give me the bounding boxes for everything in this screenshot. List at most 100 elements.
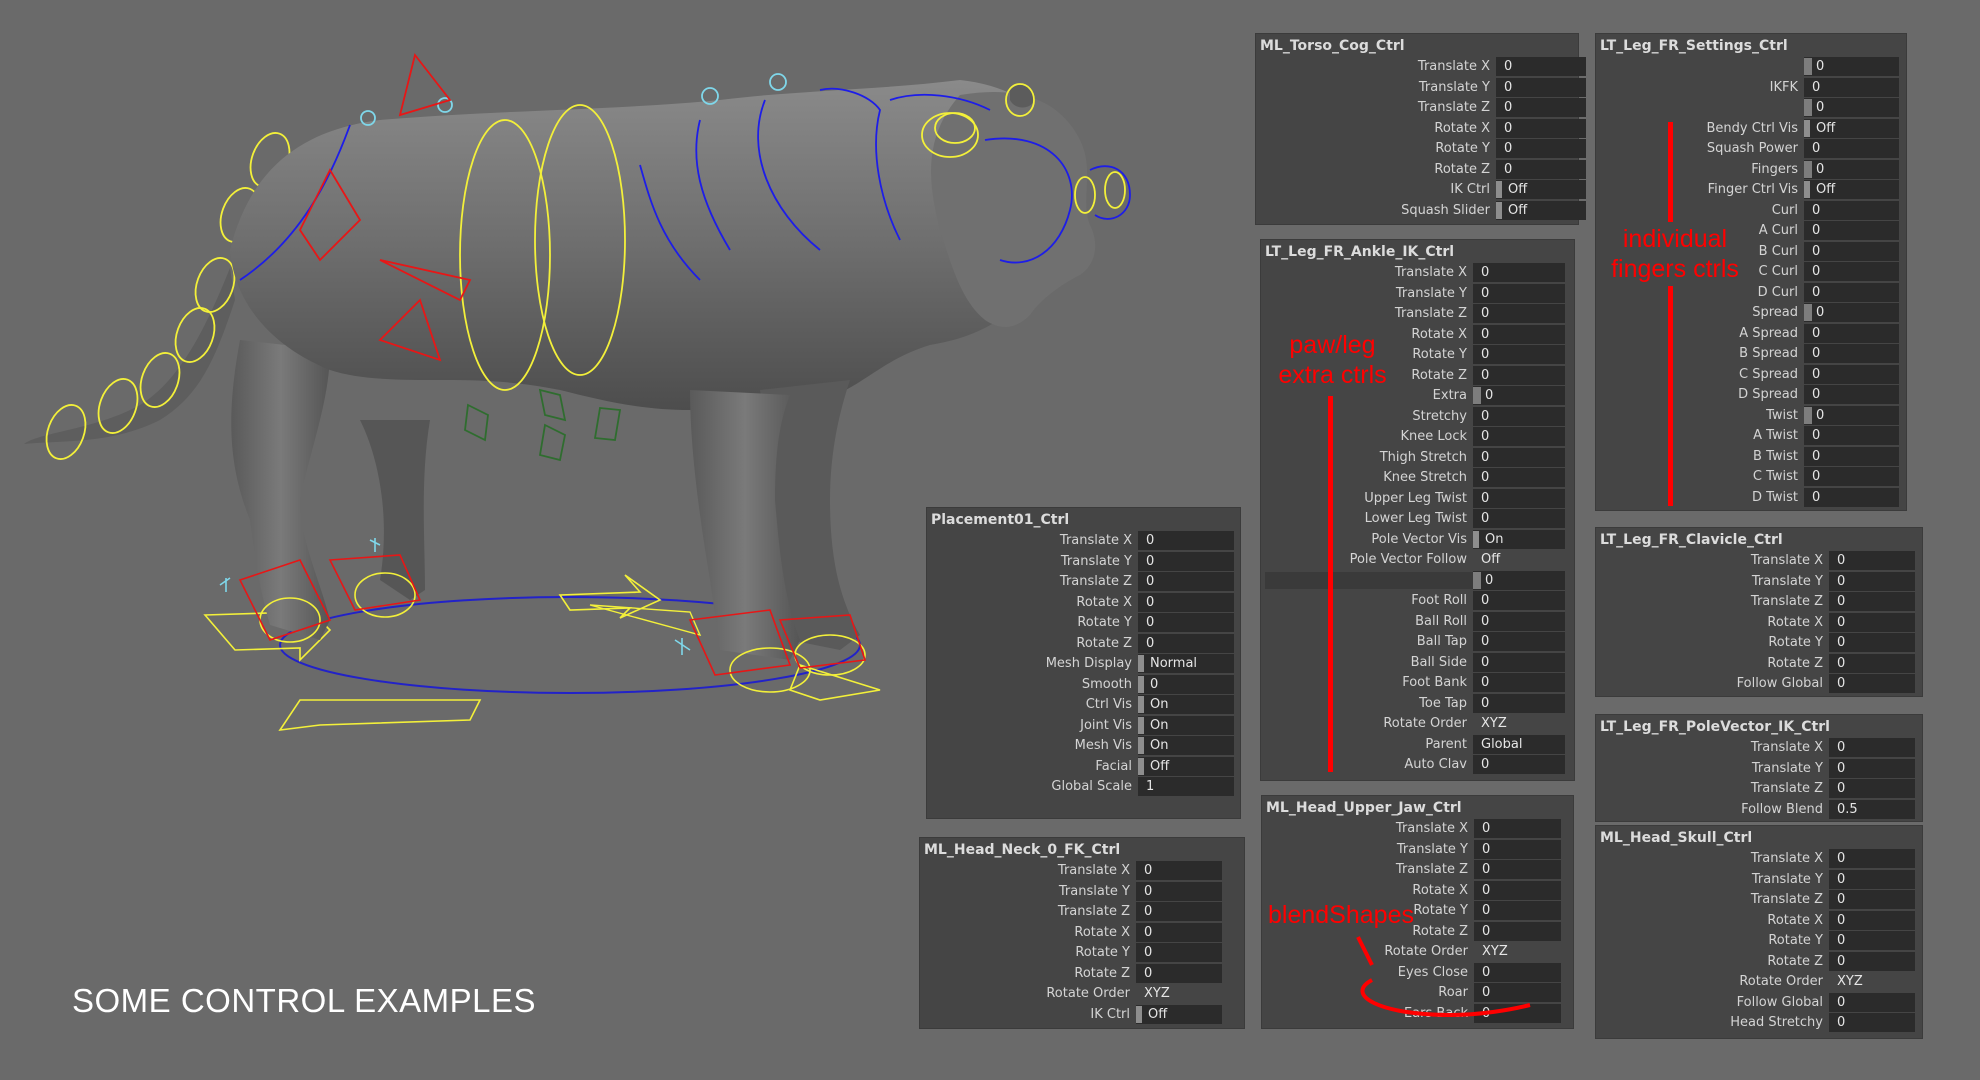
attr-value-field[interactable]: 0 [1829, 653, 1915, 673]
panel-polevector[interactable]: LT_Leg_FR_PoleVector_IK_Ctrl Translate X 0… [1596, 715, 1922, 821]
attr-value-field[interactable]: 0.5 [1829, 799, 1915, 819]
attr-value-field[interactable]: 0 [1474, 860, 1561, 879]
attr-value-field[interactable]: 0 [1829, 633, 1915, 652]
attr-value-field[interactable]: 0 [1804, 446, 1899, 466]
attr-value-field[interactable]: Off [1496, 200, 1586, 220]
attr-value-field[interactable]: 0 [1804, 262, 1899, 281]
attr-value-field[interactable]: On [1473, 529, 1565, 549]
attr-value-field[interactable]: 0 [1474, 839, 1561, 859]
attr-value-field[interactable]: 0 [1136, 963, 1222, 983]
attr-value-field[interactable]: 0 [1804, 385, 1899, 404]
attr-value-field[interactable]: 0 [1829, 592, 1915, 611]
attr-value-field[interactable]: 0 [1473, 755, 1565, 774]
attr-value-field[interactable]: 0 [1473, 611, 1565, 631]
attr-value-field[interactable]: 0 [1138, 551, 1234, 571]
attr-value-field[interactable]: XYZ [1829, 972, 1915, 991]
attr-value-field[interactable]: 0 [1473, 488, 1565, 508]
attr-value-field[interactable]: 0 [1496, 98, 1586, 117]
panel-placement[interactable]: Placement01_Ctrl Translate X 0 Translate Y 0… [927, 508, 1240, 818]
attr-value-field[interactable]: 0 [1473, 324, 1565, 344]
attr-value-field[interactable]: 0 [1473, 509, 1565, 528]
attr-value-field[interactable]: 0 [1473, 652, 1565, 672]
attr-value-field[interactable]: 0 [1829, 738, 1915, 757]
attr-value-field[interactable]: 0 [1138, 633, 1234, 653]
attr-value-field[interactable]: 0 [1496, 159, 1586, 179]
attr-value-field[interactable]: 0 [1829, 674, 1915, 693]
attr-value-field[interactable]: On [1138, 715, 1234, 735]
attr-value-field[interactable]: On [1138, 695, 1234, 714]
panel-head-neck[interactable]: ML_Head_Neck_0_FK_Ctrl Translate X 0 Transl… [920, 838, 1244, 1028]
attr-value-field[interactable]: 0 [1473, 263, 1565, 282]
attr-value-field[interactable]: Normal [1138, 654, 1234, 673]
attr-value-field[interactable]: 0 [1136, 943, 1222, 962]
attr-value-field[interactable]: 0 [1804, 323, 1899, 343]
attr-value-field[interactable]: 0 [1138, 572, 1234, 591]
attr-value-field[interactable]: Off [1496, 180, 1586, 199]
attr-value-field[interactable]: 0 [1473, 283, 1565, 303]
attr-value-field[interactable]: 0 [1138, 613, 1234, 632]
attr-value-field[interactable]: 0 [1829, 992, 1915, 1012]
attr-value-field[interactable]: 0 [1829, 612, 1915, 632]
attr-value-field[interactable]: 0 [1829, 758, 1915, 778]
attr-value-field[interactable]: 0 [1473, 386, 1565, 405]
attr-value-field[interactable]: 0 [1829, 931, 1915, 950]
attr-value-field[interactable]: 0 [1829, 849, 1915, 868]
attr-value-field[interactable]: Off [1804, 118, 1899, 138]
attr-value-field[interactable]: 0 [1136, 902, 1222, 921]
attr-value-field[interactable]: 0 [1804, 426, 1899, 445]
attr-value-field[interactable]: 0 [1804, 221, 1899, 240]
attr-value-field[interactable]: 0 [1473, 693, 1565, 713]
attr-value-field[interactable]: 0 [1474, 880, 1561, 900]
attr-value-field[interactable]: Global [1473, 734, 1565, 754]
attr-value-field[interactable]: 0 [1804, 57, 1899, 76]
attr-value-field[interactable]: 0 [1473, 632, 1565, 651]
attr-value-field[interactable]: XYZ [1136, 984, 1222, 1003]
attr-value-field[interactable]: 0 [1829, 890, 1915, 909]
attr-value-field[interactable]: Off [1138, 756, 1234, 776]
attr-value-field[interactable]: 0 [1496, 77, 1586, 97]
attr-value-field[interactable]: 0 [1473, 570, 1565, 590]
attr-value-field[interactable]: 0 [1136, 922, 1222, 942]
attr-value-field[interactable]: 0 [1829, 869, 1915, 889]
attr-value-field[interactable]: 0 [1804, 364, 1899, 384]
attr-value-field[interactable]: XYZ [1473, 714, 1565, 733]
pole-vector-ctrls[interactable] [464, 388, 622, 462]
attr-value-field[interactable]: 0 [1829, 779, 1915, 798]
attr-value-field[interactable]: 0 [1474, 819, 1561, 838]
attr-value-field[interactable]: 0 [1829, 551, 1915, 570]
attr-value-field[interactable]: 0 [1473, 427, 1565, 446]
attr-value-field[interactable]: 0 [1473, 304, 1565, 323]
attr-value-field[interactable]: 0 [1496, 118, 1586, 138]
attr-value-field[interactable]: 0 [1138, 592, 1234, 612]
attr-value-field[interactable]: 0 [1804, 282, 1899, 302]
panel-torso-cog[interactable]: ML_Torso_Cog_Ctrl Translate X 0 Translate Y… [1256, 34, 1586, 224]
attr-value-field[interactable]: 0 [1804, 77, 1899, 97]
attr-value-field[interactable]: 0 [1804, 303, 1899, 322]
attr-value-field[interactable]: 0 [1473, 468, 1565, 487]
panel-clavicle[interactable]: LT_Leg_FR_Clavicle_Ctrl Translate X 0 Trans… [1596, 528, 1922, 696]
panel-head-skull[interactable]: ML_Head_Skull_Ctrl Translate X 0 Translate … [1596, 826, 1922, 1038]
attr-value-field[interactable]: 0 [1829, 1013, 1915, 1032]
attr-value-field[interactable]: 0 [1473, 345, 1565, 364]
attr-value-field[interactable]: On [1138, 736, 1234, 755]
attr-value-field[interactable]: 0 [1829, 571, 1915, 591]
attr-value-field[interactable]: 0 [1496, 139, 1586, 158]
attr-value-field[interactable]: 0 [1136, 881, 1222, 901]
panel-ankle-ik[interactable]: LT_Leg_FR_Ankle_IK_Ctrl Translate X 0 Trans… [1261, 240, 1574, 780]
attr-value-field[interactable]: 0 [1804, 200, 1899, 220]
attr-value-field[interactable]: 0 [1138, 531, 1234, 550]
attr-value-field[interactable]: 0 [1804, 487, 1899, 507]
attr-value-field[interactable]: 0 [1473, 447, 1565, 467]
attr-value-field[interactable]: 0 [1473, 673, 1565, 692]
attr-value-field[interactable]: 0 [1496, 57, 1586, 76]
attr-value-field[interactable]: 0 [1804, 467, 1899, 486]
attr-value-field[interactable]: 0 [1804, 241, 1899, 261]
attr-value-field[interactable]: Off [1136, 1004, 1222, 1024]
attr-value-field[interactable]: 0 [1804, 139, 1899, 158]
attr-value-field[interactable]: 0 [1473, 365, 1565, 385]
attr-value-field[interactable]: 0 [1474, 901, 1561, 920]
attr-value-field[interactable]: Off [1473, 550, 1565, 569]
attr-value-field[interactable]: 0 [1804, 98, 1899, 117]
attr-value-field[interactable]: 1 [1138, 777, 1234, 796]
attr-value-field[interactable]: 0 [1829, 951, 1915, 971]
